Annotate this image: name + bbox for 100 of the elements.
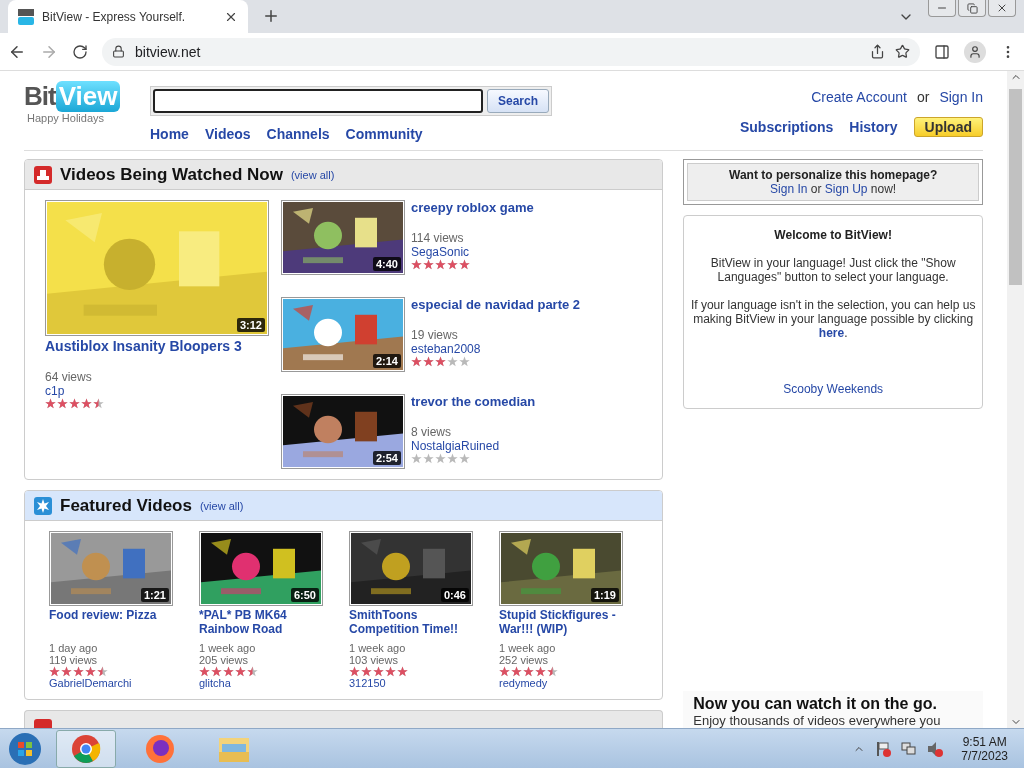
- star-icon: [73, 666, 84, 677]
- start-orb-icon[interactable]: [8, 731, 42, 766]
- view-all-link[interactable]: (view all): [199, 499, 244, 512]
- account-link[interactable]: Create Account: [811, 89, 907, 105]
- duration-label: 1:19: [590, 588, 619, 602]
- video-title[interactable]: Austiblox Insanity Bloopers 3: [45, 338, 269, 354]
- star-icon: [447, 356, 458, 367]
- star-icon: [349, 666, 360, 677]
- side-panel-icon[interactable]: [934, 43, 950, 60]
- video-title[interactable]: SmithToons Competition Time!!: [349, 608, 475, 636]
- account-link[interactable]: Sign In: [939, 89, 983, 105]
- lock-icon: [112, 45, 125, 58]
- or-text: or: [916, 89, 930, 105]
- footer-link[interactable]: Scooby Weekends: [690, 382, 976, 396]
- video-thumbnail[interactable]: 1:19: [499, 531, 623, 606]
- star-icon: [459, 259, 470, 270]
- uploader-link[interactable]: redymedy: [499, 677, 625, 689]
- star-icon: [373, 666, 384, 677]
- view-count: 8 views: [411, 425, 452, 439]
- star-icon: [511, 666, 522, 677]
- video-thumbnail[interactable]: 0:46: [349, 531, 473, 606]
- network-icon[interactable]: [901, 740, 918, 757]
- upload-age: 1 week ago: [199, 642, 257, 654]
- flag-alert-icon[interactable]: [875, 740, 892, 757]
- user-link[interactable]: Subscriptions: [739, 119, 834, 135]
- close-window-icon[interactable]: [988, 0, 1016, 17]
- welcome-text: BitView in your language! Just click the "Show Languages" button to select your language.: [709, 256, 957, 284]
- duration-label: 3:12: [236, 318, 265, 332]
- video-thumbnail[interactable]: 6:50: [199, 531, 323, 606]
- view-all-link[interactable]: (view all): [290, 168, 335, 181]
- nav-link[interactable]: Channels: [266, 126, 330, 142]
- address-bar[interactable]: bitview.net: [102, 37, 920, 66]
- auth-link[interactable]: Sign Up: [824, 182, 868, 196]
- tab-title: BitView - Express Yourself.: [42, 9, 187, 24]
- share-icon[interactable]: [870, 44, 885, 59]
- new-tab-icon[interactable]: [262, 7, 280, 25]
- star-icon: [447, 259, 458, 270]
- section-icon: [34, 719, 52, 728]
- profile-icon[interactable]: [964, 40, 986, 63]
- star-icon: [523, 666, 534, 677]
- video-title[interactable]: especial de navidad parte 2: [411, 297, 581, 312]
- duration-label: 4:40: [372, 257, 401, 271]
- ad-headline: Now you can watch it on the go.: [693, 695, 938, 713]
- nav-link[interactable]: Home: [150, 126, 189, 142]
- personalize-question: Want to personalize this homepage?: [728, 168, 939, 182]
- star-icon: [547, 666, 558, 677]
- star-icon: [61, 666, 72, 677]
- star-icon: [423, 453, 434, 464]
- url-text: bitview.net: [135, 43, 202, 60]
- star-icon: [435, 356, 446, 367]
- duration-label: 2:54: [372, 451, 401, 465]
- video-thumbnail[interactable]: 4:40: [281, 200, 405, 275]
- uploader-link[interactable]: 312150: [349, 677, 475, 689]
- video-thumbnail[interactable]: 2:54: [281, 394, 405, 469]
- video-thumbnail[interactable]: 3:12: [45, 200, 269, 336]
- upload-button[interactable]: Upload: [913, 117, 983, 137]
- muted-speaker-icon[interactable]: [927, 740, 944, 757]
- scroll-thumb[interactable]: [1009, 89, 1022, 285]
- uploader-link[interactable]: c1p: [45, 384, 269, 398]
- bookmark-star-icon[interactable]: [895, 44, 910, 59]
- scrollbar[interactable]: [1007, 71, 1024, 728]
- sign-in-prompt: Sign In or Sign Up now!: [769, 182, 898, 196]
- star-icon: [223, 666, 234, 677]
- star-icon: [411, 259, 422, 270]
- video-title[interactable]: trevor the comedian: [411, 394, 536, 409]
- star-icon: [81, 398, 92, 409]
- search-field[interactable]: [153, 89, 483, 113]
- uploader-link[interactable]: SegaSonic: [411, 245, 534, 259]
- star-icon: [535, 666, 546, 677]
- browser-tab[interactable]: BitView - Express Yourself.: [8, 0, 248, 33]
- star-icon: [435, 259, 446, 270]
- user-link[interactable]: History: [849, 119, 898, 135]
- duration-label: 0:46: [440, 588, 469, 602]
- nav-link[interactable]: Videos: [204, 126, 251, 142]
- chrome-taskbar-icon[interactable]: [56, 729, 116, 768]
- star-icon: [385, 666, 396, 677]
- video-title[interactable]: creepy roblox game: [411, 200, 534, 215]
- star-icon: [211, 666, 222, 677]
- minimize-icon[interactable]: [928, 0, 956, 17]
- reload-icon[interactable]: [72, 43, 88, 60]
- nav-link[interactable]: Community: [345, 126, 423, 142]
- site-favicon-icon: [18, 8, 34, 25]
- uploader-link[interactable]: GabrielDemarchi: [49, 677, 175, 689]
- star-icon: [199, 666, 210, 677]
- star-icon: [411, 356, 422, 367]
- video-thumbnail[interactable]: 2:14: [281, 297, 405, 372]
- star-icon: [69, 398, 80, 409]
- search-button[interactable]: Search: [486, 89, 549, 113]
- video-title[interactable]: *PAL* PB MK64 Rainbow Road: [199, 608, 325, 636]
- uploader-link[interactable]: esteban2008: [411, 342, 581, 356]
- auth-link[interactable]: Sign In: [770, 182, 808, 196]
- uploader-link[interactable]: NostalgiaRuined: [411, 439, 536, 453]
- star-icon: [247, 666, 258, 677]
- video-thumbnail[interactable]: 1:21: [49, 531, 173, 606]
- video-title[interactable]: Food review: Pizza: [49, 608, 175, 636]
- burst-icon: [34, 496, 52, 515]
- uploader-link[interactable]: glitcha: [199, 677, 325, 689]
- welcome-title: Welcome to BitView!: [773, 228, 893, 242]
- video-title[interactable]: Stupid Stickfigures - War!!! (WIP): [499, 608, 625, 636]
- star-icon: [235, 666, 246, 677]
